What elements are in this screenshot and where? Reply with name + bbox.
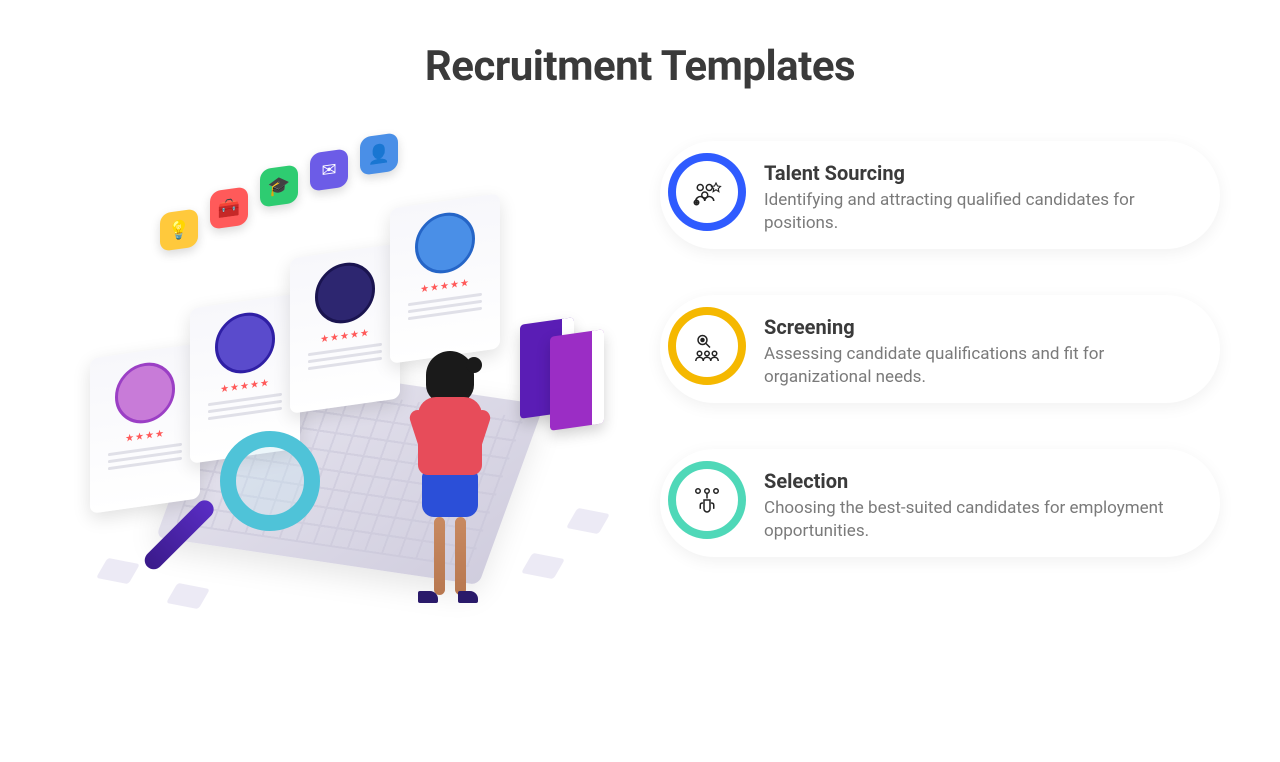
info-card-list: Talent Sourcing Identifying and attracti… xyxy=(660,121,1220,601)
screening-icon xyxy=(668,307,746,385)
mail-icon: ✉ xyxy=(310,148,348,191)
floor-tile xyxy=(566,508,610,534)
card-body: Assessing candidate qualifications and f… xyxy=(764,343,1192,389)
card-talent-sourcing: Talent Sourcing Identifying and attracti… xyxy=(660,141,1220,249)
recruiter-person xyxy=(390,351,510,631)
magnifier-icon xyxy=(220,431,320,531)
card-heading: Screening xyxy=(764,315,1192,339)
card-heading: Selection xyxy=(764,469,1192,493)
card-selection: Selection Choosing the best-suited candi… xyxy=(660,449,1220,557)
card-heading: Talent Sourcing xyxy=(764,161,1192,185)
candidate-card: ★★★★★ xyxy=(290,243,400,413)
profile-icon: 👤 xyxy=(360,132,398,175)
briefcase-icon: 🧰 xyxy=(210,186,248,229)
floor-tile xyxy=(166,583,210,609)
education-icon: 🎓 xyxy=(260,164,298,207)
selection-icon xyxy=(668,461,746,539)
candidate-card: ★★★★ xyxy=(90,343,200,513)
floor-tile xyxy=(96,558,140,584)
floor-tile xyxy=(521,553,565,579)
card-screening: Screening Assessing candidate qualificat… xyxy=(660,295,1220,403)
talent-sourcing-icon xyxy=(668,153,746,231)
recruitment-illustration: 💡 🧰 🎓 ✉ 👤 ★★★★★ ★★★★★ ★★★★★ ★★★★ xyxy=(60,121,620,601)
candidate-card: ★★★★★ xyxy=(390,193,500,363)
page-title: Recruitment Templates xyxy=(0,42,1280,91)
card-body: Choosing the best-suited candidates for … xyxy=(764,497,1192,543)
content-row: 💡 🧰 🎓 ✉ 👤 ★★★★★ ★★★★★ ★★★★★ ★★★★ xyxy=(0,91,1280,601)
card-body: Identifying and attracting qualified can… xyxy=(764,189,1192,235)
idea-icon: 💡 xyxy=(160,208,198,251)
